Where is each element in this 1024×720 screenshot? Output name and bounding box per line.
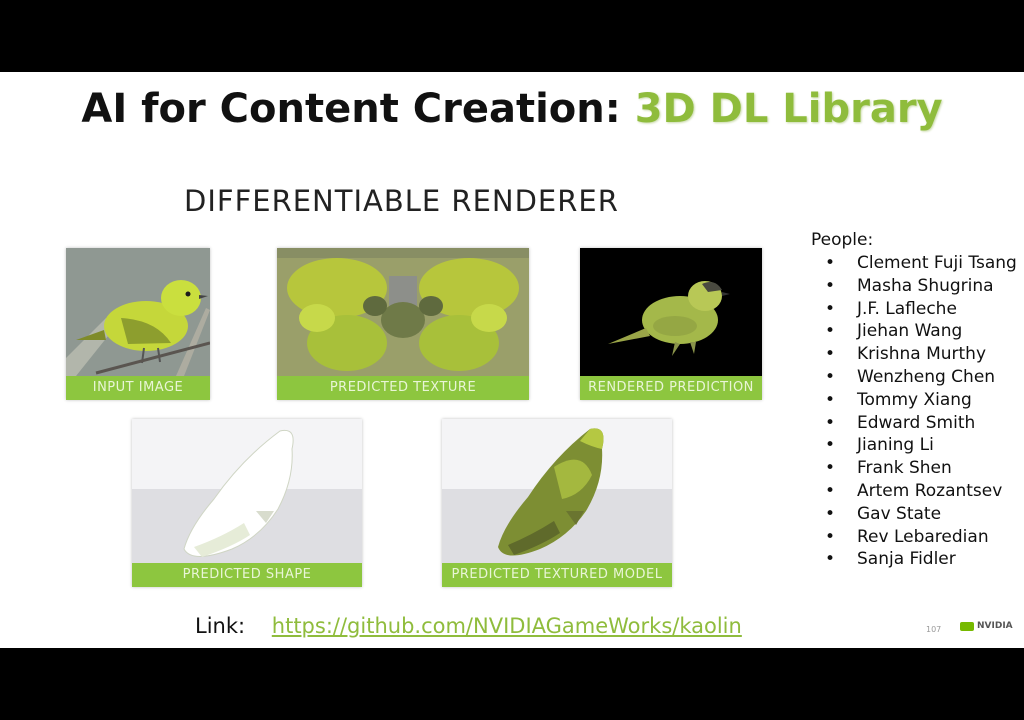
nvidia-logo-text: NVIDIA [977, 621, 1013, 631]
bullet-icon: • [825, 435, 836, 456]
section-subtitle: DIFFERENTIABLE RENDERER [184, 184, 619, 218]
bullet-icon: • [825, 549, 836, 570]
predicted-texture-panel: PREDICTED TEXTURE [277, 248, 529, 400]
input-image-panel: INPUT IMAGE [66, 248, 210, 400]
bullet-icon: • [825, 526, 836, 547]
person-name: Jiehan Wang [857, 321, 963, 342]
person-name: Wenzheng Chen [857, 366, 996, 387]
person-list-item: • Jianing Li [811, 434, 1017, 457]
link-label: Link: [195, 614, 246, 638]
person-list-item: • Clement Fuji Tsang [811, 252, 1017, 275]
person-name: Jianing Li [857, 435, 934, 456]
person-list-item: • Edward Smith [811, 412, 1017, 435]
slide-title: AI for Content Creation: 3D DL Library [0, 86, 1024, 132]
texture-map-image [277, 248, 529, 376]
page-number: 107 [926, 625, 942, 634]
person-name: Clement Fuji Tsang [857, 253, 1017, 273]
rendered-bird-image [580, 248, 762, 376]
bullet-icon: • [825, 480, 836, 501]
person-list-item: • Masha Shugrina [811, 275, 1017, 298]
person-name: Masha Shugrina [857, 275, 994, 296]
person-name: Tommy Xiang [857, 389, 972, 410]
person-name: Krishna Murthy [857, 344, 987, 365]
textured-model-image [442, 419, 672, 563]
bullet-icon: • [825, 389, 836, 410]
person-list-item: • Sanja Fidler [811, 548, 1017, 571]
predicted-shape-caption: PREDICTED SHAPE [132, 563, 362, 587]
people-names: • Clement Fuji Tsang • Masha Shugrina • J.F. … [811, 252, 1017, 571]
slide: AI for Content Creation: 3D DL Library D… [0, 72, 1024, 648]
predicted-texture-caption: PREDICTED TEXTURE [277, 376, 529, 400]
bullet-icon: • [825, 344, 836, 365]
people-heading: People: [811, 230, 874, 250]
person-name: Frank Shen [857, 458, 952, 479]
person-name: Artem Rozantsev [857, 480, 1003, 501]
kaolin-github-link[interactable]: https://github.com/NVIDIAGameWorks/kaoli… [272, 614, 742, 638]
shape-mesh-image [132, 419, 362, 563]
predicted-textured-model-caption: PREDICTED TEXTURED MODEL [442, 563, 672, 587]
person-name: Rev Lebaredian [857, 526, 989, 547]
link-row: Link: https://github.com/NVIDIAGameWorks… [195, 614, 742, 638]
person-list-item: • Wenzheng Chen [811, 366, 1017, 389]
title-accent: 3D DL Library [634, 86, 943, 132]
bullet-icon: • [825, 275, 836, 296]
bullet-icon: • [825, 412, 836, 433]
bullet-icon: • [825, 458, 836, 479]
bird-photo-image [66, 248, 210, 376]
bullet-icon: • [825, 253, 836, 273]
bullet-icon: • [825, 366, 836, 387]
person-list-item: • Krishna Murthy [811, 343, 1017, 366]
bullet-icon: • [825, 298, 836, 319]
title-main: AI for Content Creation: [81, 86, 635, 132]
person-name: J.F. Lafleche [857, 298, 957, 319]
rendered-prediction-panel: RENDERED PREDICTION [580, 248, 762, 400]
people-list: People: • Clement Fuji Tsang • Masha Shugri… [811, 230, 1017, 571]
person-list-item: • Tommy Xiang [811, 389, 1017, 412]
nvidia-eye-icon [960, 621, 974, 631]
predicted-shape-panel: PREDICTED SHAPE [132, 419, 362, 587]
person-name: Sanja Fidler [857, 549, 956, 570]
person-name: Edward Smith [857, 412, 976, 433]
input-image-caption: INPUT IMAGE [66, 376, 210, 400]
person-list-item: • Gav State [811, 503, 1017, 526]
person-list-item: • J.F. Lafleche [811, 298, 1017, 321]
nvidia-logo: NVIDIA [960, 621, 1013, 631]
bullet-icon: • [825, 321, 836, 342]
rendered-prediction-caption: RENDERED PREDICTION [580, 376, 762, 400]
person-list-item: • Frank Shen [811, 457, 1017, 480]
person-list-item: • Artem Rozantsev [811, 480, 1017, 503]
person-list-item: • Jiehan Wang [811, 320, 1017, 343]
person-name: Gav State [857, 503, 942, 524]
bullet-icon: • [825, 503, 836, 524]
person-list-item: • Rev Lebaredian [811, 526, 1017, 549]
predicted-textured-model-panel: PREDICTED TEXTURED MODEL [442, 419, 672, 587]
